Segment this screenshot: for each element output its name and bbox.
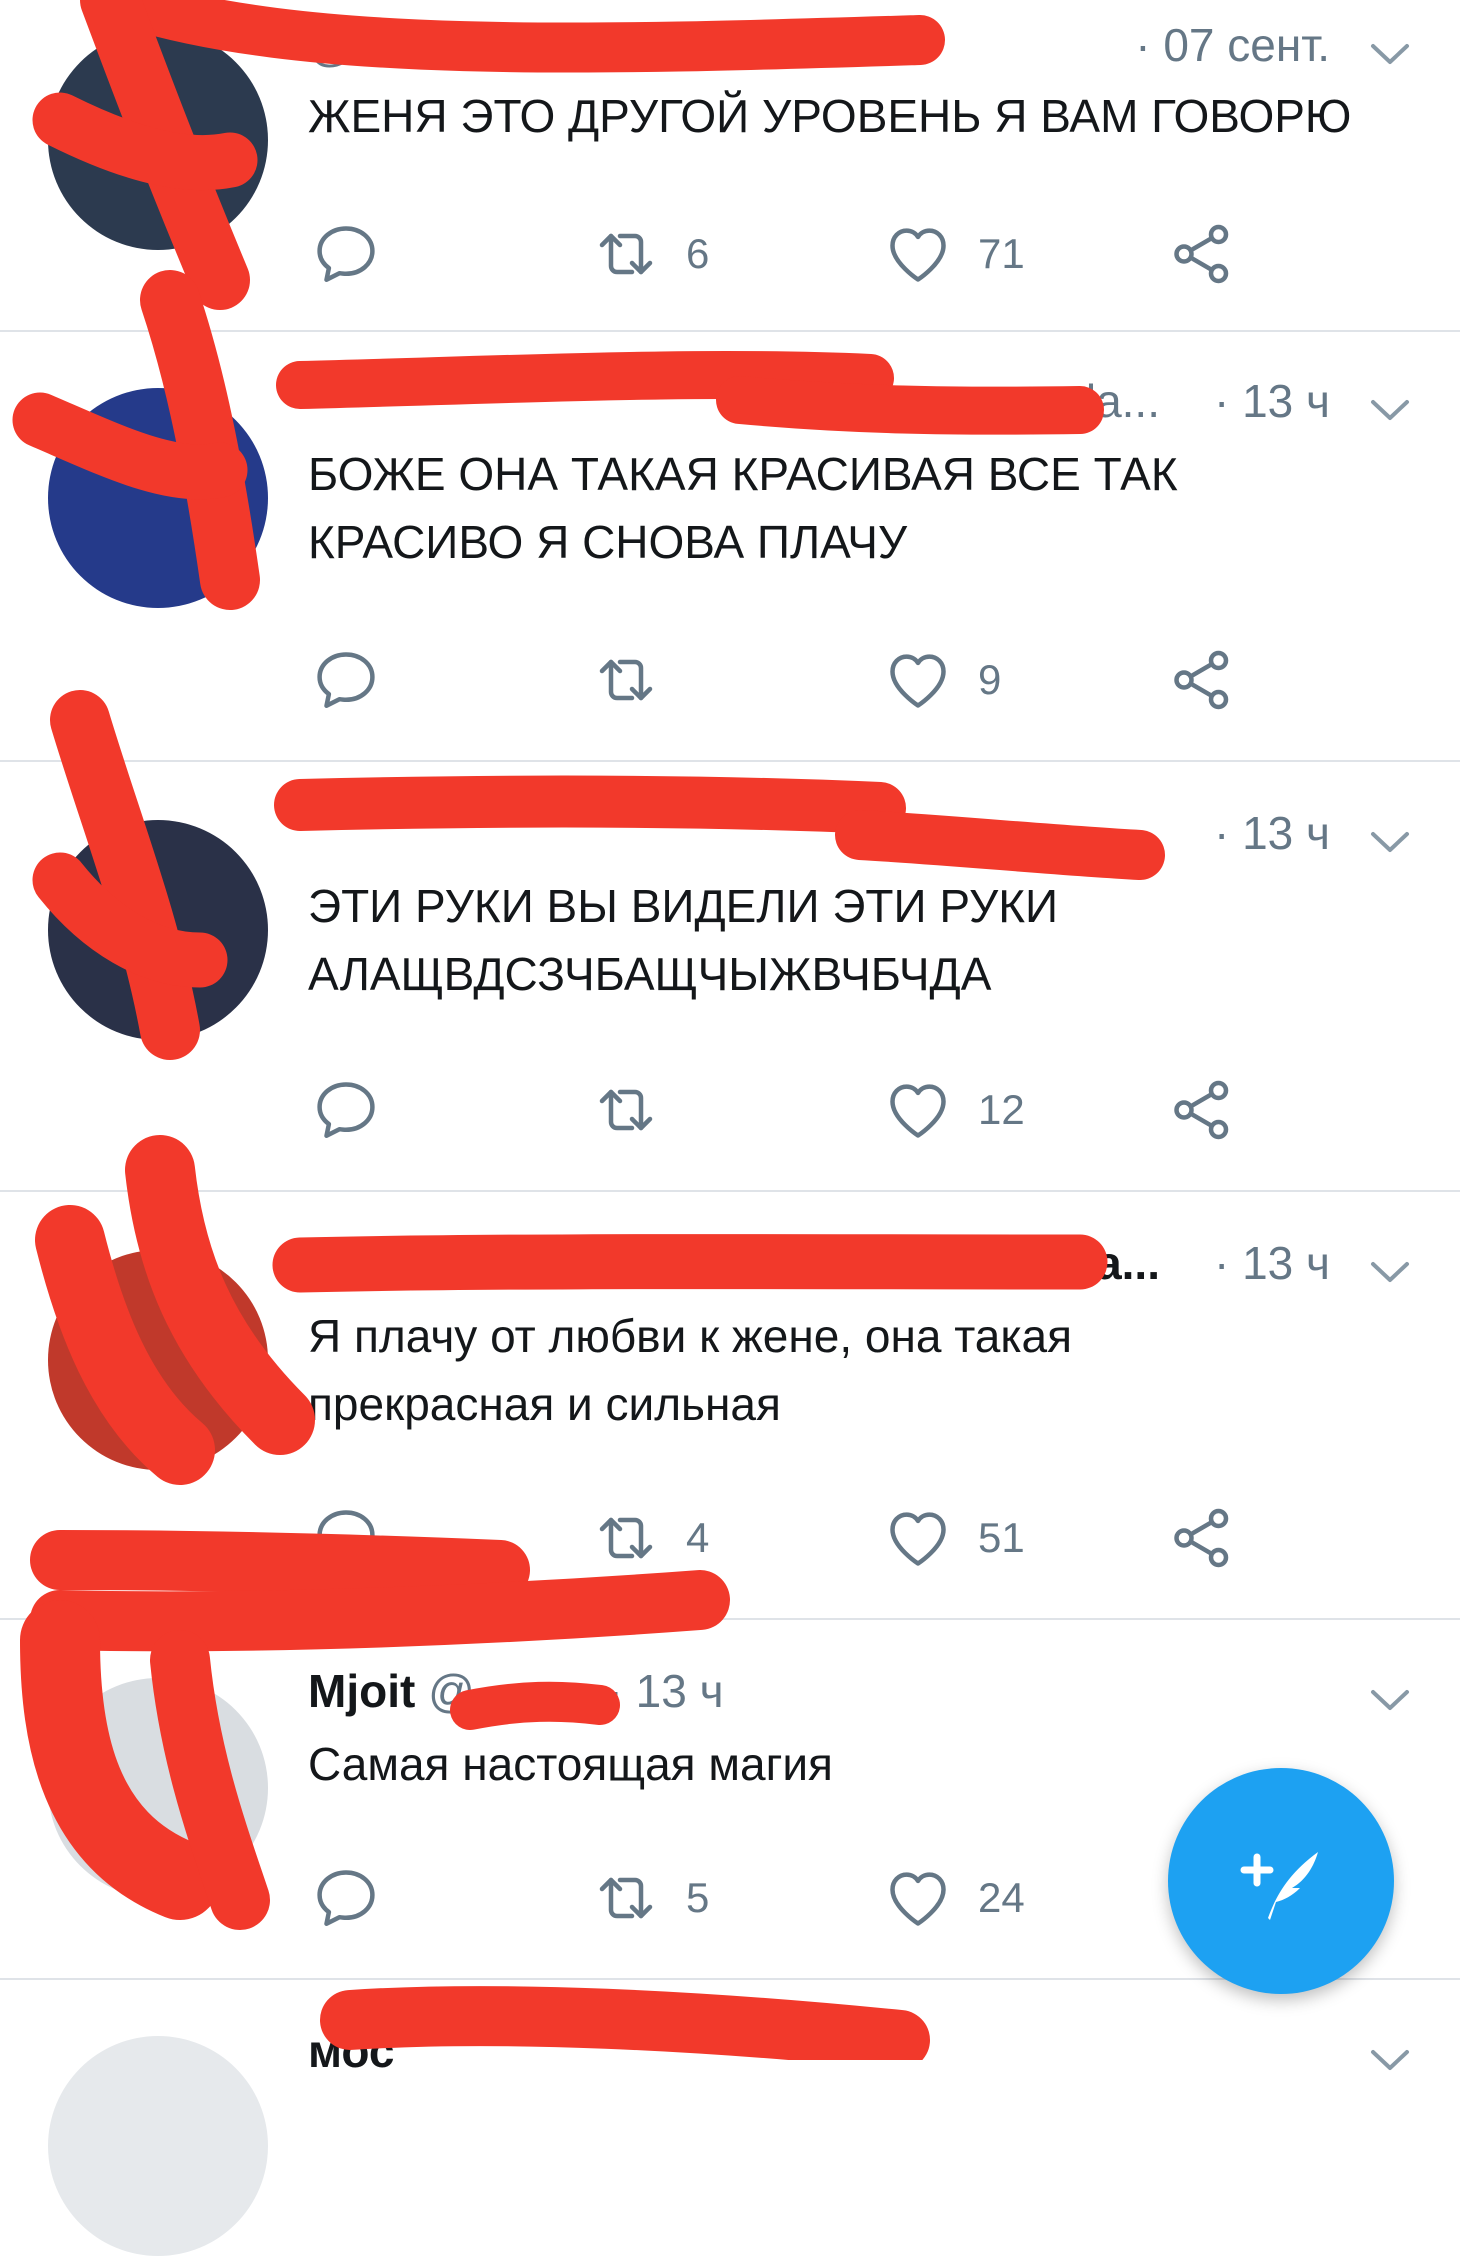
reply-button[interactable] [310,640,382,720]
tweet-text: Самая настоящая магия [308,1738,833,1790]
reply-button[interactable] [310,1498,382,1578]
retweet-button[interactable] [590,640,686,720]
author-handle[interactable]: @Clo [308,19,424,71]
heart-icon [890,1084,946,1138]
avatar[interactable] [48,2036,268,2256]
tweet-menu-button[interactable] [1368,2038,1412,2082]
tweet-menu-button[interactable] [1368,388,1412,432]
tweet-header: · 13 ч [308,806,1330,866]
chevron-down-icon [1371,2050,1409,2070]
avatar[interactable] [48,1250,268,1470]
tweet-menu-button[interactable] [1368,1250,1412,1294]
like-button[interactable]: 9 [882,640,1001,720]
compose-tweet-button[interactable] [1168,1768,1394,1994]
retweet-button[interactable]: 5 [590,1858,709,1938]
retweet-button[interactable]: 6 [590,214,709,294]
like-button[interactable]: 51 [882,1498,1025,1578]
share-icon [1174,224,1229,284]
share-button[interactable] [1166,1070,1238,1150]
reply-icon [317,1870,375,1927]
like-count: 12 [978,1086,1025,1133]
retweet-icon [599,1877,653,1919]
tweet-menu-button[interactable] [1368,820,1412,864]
like-count: 71 [978,230,1025,277]
reply-button[interactable] [310,1858,382,1938]
tweet-menu-button[interactable] [1368,1678,1412,1722]
reply-button[interactable] [310,1070,382,1150]
tweet-header: @Clo · 07 сент. [308,18,1330,78]
reply-icon [317,226,375,283]
share-button[interactable] [1166,214,1238,294]
tweet-actions: 12 [310,1070,1310,1150]
retweet-icon [599,1089,653,1131]
author-handle[interactable]: la... [1086,374,1160,428]
reply-icon [317,1510,375,1567]
chevron-down-icon [1371,1690,1409,1710]
tweet-menu-button[interactable] [1368,32,1412,76]
tweet-header: а... · 13 ч [308,1236,1330,1296]
tweet-text: ЖЕНЯ ЭТО ДРУГОЙ УРОВЕНЬ Я ВАМ ГОВОРЮ [308,90,1352,142]
chevron-down-icon [1371,1262,1409,1282]
reply-icon [317,1082,375,1139]
heart-icon [890,228,946,282]
chevron-down-icon [1371,832,1409,852]
retweet-count: 4 [686,1514,710,1561]
like-count: 9 [978,656,1002,703]
like-button[interactable]: 24 [882,1858,1025,1938]
tweet[interactable]: а... · 13 ч Я плачу от любви к жене, она… [0,1192,1460,1620]
reply-button[interactable] [310,214,382,294]
chevron-down-icon [1371,400,1409,420]
compose-tweet-icon [1240,1852,1318,1920]
tweet-text: Я плачу от любви к жене, она такая прекр… [308,1310,1073,1430]
tweet-actions: 9 [310,640,1310,720]
chevron-down-icon [1371,44,1409,64]
share-icon [1174,650,1229,710]
share-icon [1174,1080,1229,1140]
share-button[interactable] [1166,640,1238,720]
retweet-button[interactable] [590,1070,686,1150]
heart-icon [890,1872,946,1926]
author-handle[interactable]: а... [1096,1236,1160,1290]
tweet[interactable]: la... · 13 ч БОЖЕ ОНА ТАКАЯ КРАСИВАЯ ВСЕ… [0,332,1460,762]
tweet-time[interactable]: · 13 ч [1214,1236,1330,1290]
avatar[interactable] [48,30,268,250]
retweet-count: 6 [686,230,710,277]
author-name[interactable]: мос [308,2025,395,2077]
retweet-button[interactable]: 4 [590,1498,709,1578]
tweet-time[interactable]: · 13 ч [1214,806,1330,860]
tweet-text: БОЖЕ ОНА ТАКАЯ КРАСИВАЯ ВСЕ ТАК КРАСИВО … [308,448,1178,568]
tweet-time[interactable]: · 13 ч [608,1665,724,1717]
avatar[interactable] [48,820,268,1040]
reply-icon [317,652,375,709]
heart-icon [890,654,946,708]
tweet-text: ЭТИ РУКИ ВЫ ВИДЕЛИ ЭТИ РУКИ АЛАЩВДСЗЧБАЩ… [308,880,1059,1000]
like-button[interactable]: 71 [882,214,1025,294]
tweet-time[interactable]: · 07 сент. [1135,18,1330,72]
retweet-count: 5 [686,1874,710,1921]
author-handle[interactable]: @ [428,1665,475,1717]
avatar[interactable] [48,1678,268,1898]
tweet-header: мос [308,2024,1330,2084]
tweet-actions: 4 51 [310,1498,1310,1578]
author-name[interactable]: Mjoit [308,1665,415,1717]
tweet-actions: 5 24 [310,1858,1310,1938]
share-icon [1174,1508,1229,1568]
like-button[interactable]: 12 [882,1070,1025,1150]
tweet-header: Mjoit @ · 13 ч [308,1664,1330,1724]
tweet-header: la... · 13 ч [308,374,1330,434]
retweet-icon [599,659,653,701]
tweet-time[interactable]: · 13 ч [1214,374,1330,428]
like-count: 51 [978,1514,1025,1561]
heart-icon [890,1512,946,1566]
tweet[interactable]: · 13 ч ЭТИ РУКИ ВЫ ВИДЕЛИ ЭТИ РУКИ АЛАЩВ… [0,762,1460,1192]
retweet-icon [599,233,653,275]
tweet-actions: 6 71 [310,214,1310,294]
tweet[interactable]: мос [0,1980,1460,2256]
like-count: 24 [978,1874,1025,1921]
tweet[interactable]: @Clo · 07 сент. ЖЕНЯ ЭТО ДРУГОЙ УРОВЕНЬ … [0,0,1460,332]
retweet-icon [599,1517,653,1559]
avatar[interactable] [48,388,268,608]
share-button[interactable] [1166,1498,1238,1578]
